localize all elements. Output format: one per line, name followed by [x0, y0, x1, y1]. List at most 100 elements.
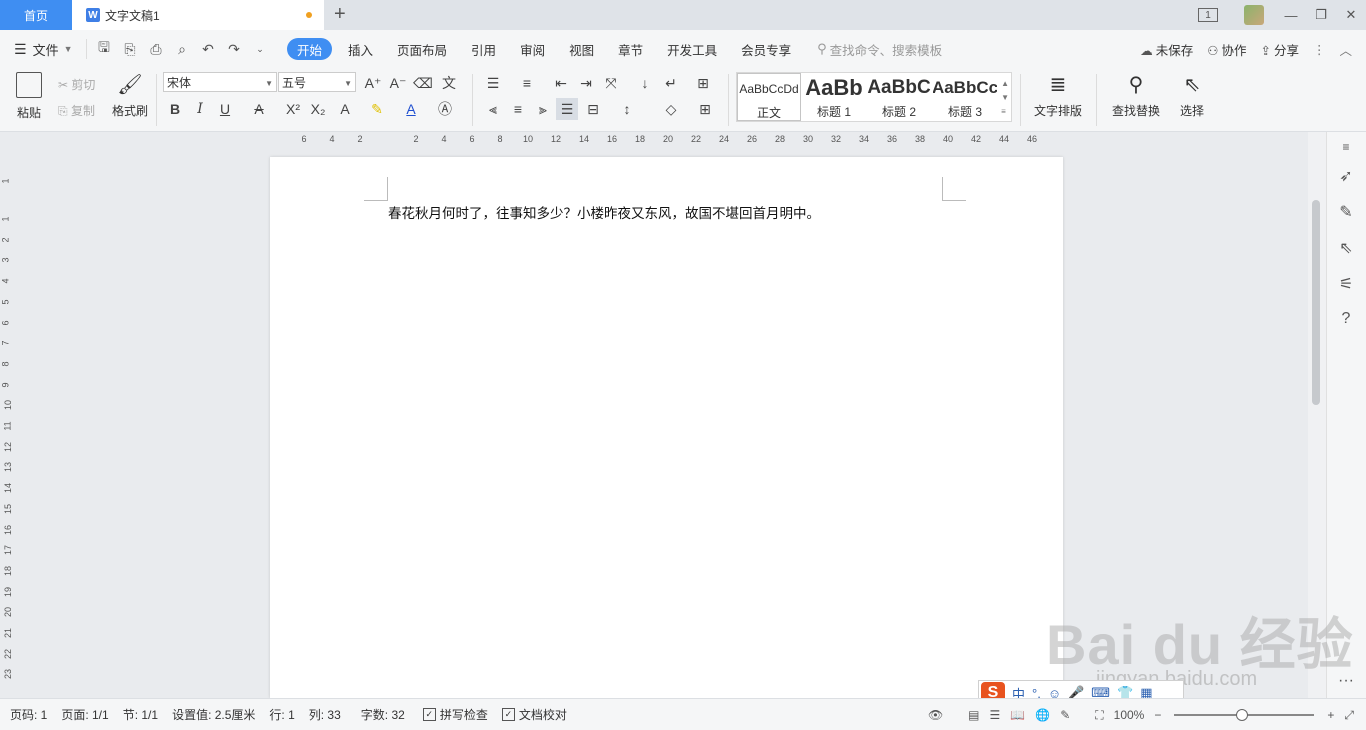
clear-format-icon[interactable]: ⌫ [412, 72, 434, 94]
window-layout-icon[interactable]: 1 [1198, 8, 1218, 22]
italic-icon[interactable]: I [189, 98, 211, 120]
bold-icon[interactable]: B [164, 98, 186, 120]
reading-view-icon[interactable]: 📖 [1010, 708, 1025, 722]
cursor-icon[interactable]: ⇖ [1336, 238, 1356, 258]
superscript-icon[interactable]: X² [282, 98, 304, 120]
tab-review[interactable]: 审阅 [508, 38, 557, 60]
status-page-num[interactable]: 页码: 1 [10, 706, 47, 723]
tab-home[interactable]: 首页 [0, 0, 72, 30]
settings-sliders-icon[interactable]: ⚟ [1336, 274, 1356, 294]
style-normal[interactable]: AaBbCcDd 正文 [737, 73, 801, 121]
customize-icon[interactable]: ⌄ [251, 44, 269, 55]
tab-developer[interactable]: 开发工具 [655, 38, 729, 60]
line-spacing-icon[interactable]: ↕ [616, 98, 638, 120]
write-mode-icon[interactable]: ✎ [1060, 708, 1070, 722]
text-layout-button[interactable]: ≣ 文字排版 [1028, 72, 1088, 119]
scrollbar-thumb[interactable] [1312, 200, 1320, 405]
font-color-icon[interactable]: A [400, 98, 422, 120]
document-text[interactable]: 春花秋月何时了，往事知多少？小楼昨夜又东风，故国不堪回首月明中。 [388, 202, 820, 222]
distributed-icon[interactable]: ⊟ [582, 98, 604, 120]
tab-document[interactable]: W 文字文稿1 [72, 0, 324, 30]
format-painter-button[interactable]: 🖌 格式刷 [110, 72, 150, 119]
tab-start[interactable]: 开始 [287, 38, 333, 60]
print-preview-icon[interactable]: ⌕ [173, 41, 191, 58]
status-col[interactable]: 列: 33 [309, 706, 341, 723]
strikethrough-icon[interactable]: A [248, 98, 270, 120]
highlight-icon[interactable]: ✎ [366, 98, 388, 120]
style-heading3[interactable]: AaBbCc 标题 3 [933, 73, 997, 121]
styles-scroll-icon[interactable]: ▲ ▼ ≡ [1001, 77, 1009, 119]
increase-indent-icon[interactable]: ⇥ [575, 72, 597, 94]
page-view-icon[interactable]: ▤ [968, 708, 979, 722]
font-size-select[interactable]: 五号 ▼ [278, 72, 356, 92]
grow-font-icon[interactable]: A⁺ [362, 72, 384, 94]
show-marks-icon[interactable]: ↵ [660, 72, 682, 94]
export-icon[interactable]: ⎘ [121, 41, 139, 58]
subscript-icon[interactable]: X₂ [307, 98, 329, 120]
zoom-out-icon[interactable]: − [1154, 708, 1161, 722]
document-page[interactable]: 春花秋月何时了，往事知多少？小楼昨夜又东风，故国不堪回首月明中。 [270, 157, 1063, 698]
decrease-indent-icon[interactable]: ⇤ [550, 72, 572, 94]
collapse-ribbon-icon[interactable]: ︿ [1339, 40, 1352, 59]
underline-icon[interactable]: U [214, 98, 236, 120]
tab-section[interactable]: 章节 [606, 38, 655, 60]
doc-proof-button[interactable]: ✓ 文档校对 [501, 706, 567, 723]
numbered-list-icon[interactable]: ≡ [516, 72, 538, 94]
redo-icon[interactable]: ↷ [225, 41, 243, 58]
zoom-level[interactable]: 100% [1114, 708, 1145, 722]
spell-check-button[interactable]: ✓ 拼写检查 [422, 706, 488, 723]
help-icon[interactable]: ? [1336, 310, 1356, 330]
align-center-icon[interactable]: ≡ [507, 98, 529, 120]
align-right-icon[interactable]: ⫸ [532, 98, 554, 120]
fit-page-icon[interactable]: ⛶ [1095, 708, 1103, 723]
tab-stops-icon[interactable]: ⊞ [692, 72, 714, 94]
sidebar-menu-icon[interactable]: ≡ [1336, 140, 1356, 160]
pinyin-icon[interactable]: 文 [438, 72, 460, 94]
sort-icon[interactable]: ↓ [634, 72, 656, 94]
tab-member[interactable]: 会员专享 [729, 38, 803, 60]
save-icon[interactable]: 🖫 [95, 37, 113, 61]
share-button[interactable]: ⇪ 分享 [1260, 40, 1299, 59]
eye-protection-icon[interactable]: 👁 [928, 708, 943, 722]
unsaved-button[interactable]: ☁ 未保存 [1140, 40, 1193, 59]
align-left-icon[interactable]: ⫷ [482, 98, 504, 120]
text-effect-icon[interactable]: A [334, 98, 356, 120]
shrink-font-icon[interactable]: A⁻ [387, 72, 409, 94]
collaborate-button[interactable]: ⚇ 协作 [1207, 40, 1246, 59]
rocket-icon[interactable]: ➶ [1336, 166, 1356, 186]
tab-page-layout[interactable]: 页面布局 [385, 38, 459, 60]
tab-references[interactable]: 引用 [459, 38, 508, 60]
chinese-layout-icon[interactable]: ⤧ [600, 72, 622, 94]
status-setting[interactable]: 设置值: 2.5厘米 [172, 706, 255, 723]
tab-insert[interactable]: 插入 [336, 38, 385, 60]
pen-icon[interactable]: ✎ [1336, 202, 1356, 222]
status-row[interactable]: 行: 1 [269, 706, 294, 723]
style-heading2[interactable]: AaBbC 标题 2 [867, 73, 931, 121]
close-button[interactable]: ✕ [1336, 0, 1366, 30]
font-name-select[interactable]: 宋体 ▼ [163, 72, 277, 92]
status-words[interactable]: 字数: 32 [361, 706, 405, 723]
justify-icon[interactable]: ☰ [556, 98, 578, 120]
outline-view-icon[interactable]: ☰ [990, 708, 1001, 722]
more-icon[interactable]: ⋮ [1313, 42, 1326, 57]
char-border-icon[interactable]: Ⓐ [434, 98, 456, 120]
zoom-slider[interactable] [1174, 709, 1315, 721]
find-replace-button[interactable]: ⚲ 查找替换 [1106, 72, 1166, 119]
style-heading1[interactable]: AaBb 标题 1 [803, 73, 865, 121]
print-icon[interactable]: ⎙ [147, 41, 165, 58]
cut-button[interactable]: ✂ 剪切 [58, 76, 95, 93]
select-button[interactable]: ⇖ 选择 [1172, 72, 1212, 119]
copy-button[interactable]: ⎘ 复制 [58, 102, 95, 119]
minimize-button[interactable]: — [1276, 0, 1306, 30]
zoom-slider-knob[interactable] [1236, 709, 1249, 721]
paste-button[interactable]: 粘贴 [14, 72, 44, 128]
status-pages[interactable]: 页面: 1/1 [61, 706, 108, 723]
restore-button[interactable]: ❐ [1306, 0, 1336, 30]
status-section[interactable]: 节: 1/1 [123, 706, 158, 723]
tab-view[interactable]: 视图 [557, 38, 606, 60]
shading-icon[interactable]: ◇ [660, 98, 682, 120]
zoom-in-icon[interactable]: + [1327, 708, 1334, 722]
borders-icon[interactable]: ⊞ [694, 98, 716, 120]
bullet-list-icon[interactable]: ☰ [482, 72, 504, 94]
undo-icon[interactable]: ↶ [199, 41, 217, 58]
